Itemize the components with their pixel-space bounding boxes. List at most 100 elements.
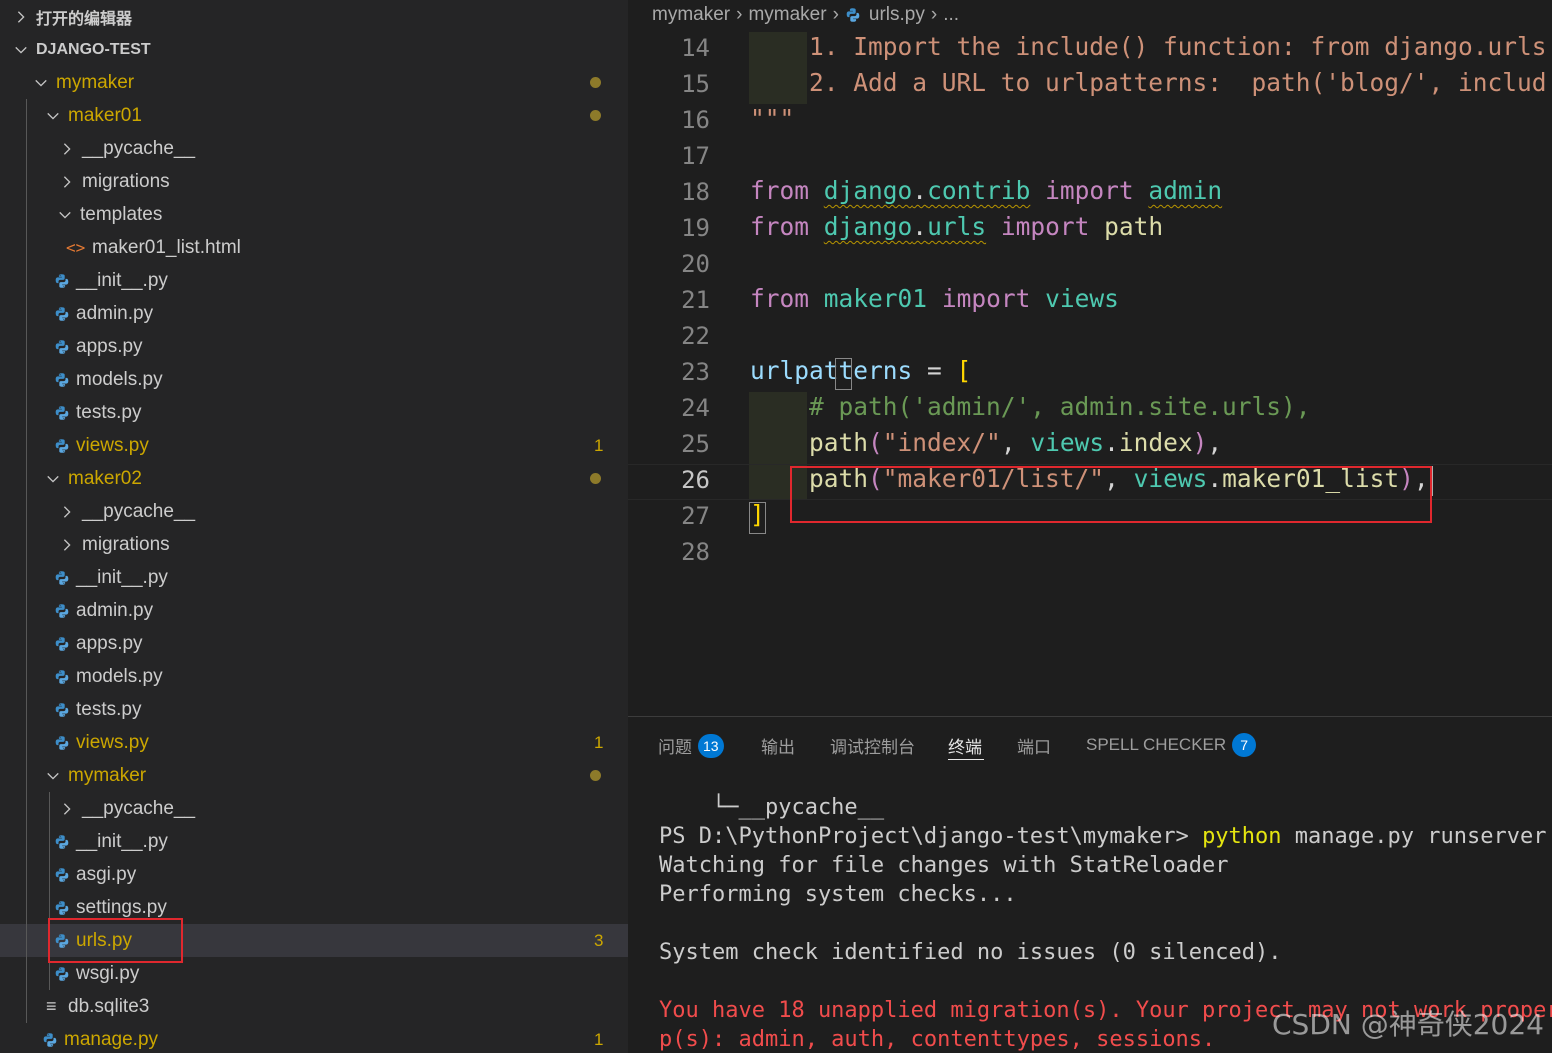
terminal-watching-line: Watching for file changes with StatReloa…: [659, 853, 1229, 878]
tree-item-label: mymaker: [68, 764, 147, 786]
panel-tab-label: 问题: [658, 738, 692, 757]
code-token: "index/": [882, 428, 1001, 457]
tree-item-label: __pycache__: [82, 137, 196, 159]
breadcrumb-item[interactable]: mymaker: [748, 4, 826, 26]
tree-folder-pycache[interactable]: __pycache__: [0, 132, 628, 165]
tree-folder-migrations[interactable]: migrations: [0, 528, 628, 561]
tree-file-apps-py[interactable]: apps.py: [0, 627, 628, 660]
modified-dot-badge: [590, 110, 601, 121]
tree-file-views-py[interactable]: views.py 1: [0, 429, 628, 462]
line-number: 27: [681, 502, 710, 530]
line-number: 18: [681, 178, 710, 206]
problem-count-badge: 3: [594, 930, 604, 950]
tree-file-tests-py[interactable]: tests.py: [0, 693, 628, 726]
explorer-sidebar: 打开的编辑器 DJANGO-TEST mymaker maker01 __pycac…: [0, 0, 628, 1053]
chevron-right-icon: ›: [832, 4, 839, 25]
tree-item-label: migrations: [82, 533, 170, 555]
panel-tab[interactable]: 问题 13: [658, 733, 724, 758]
tree-file-manage-py[interactable]: manage.py 1: [0, 1023, 628, 1053]
line-number: 17: [681, 142, 710, 170]
code-token: from: [750, 212, 810, 241]
bracket-match-box: [835, 358, 852, 390]
code-token: path: [809, 428, 869, 457]
tree-file-models-py[interactable]: models.py: [0, 660, 628, 693]
chevron-right-icon: [58, 505, 76, 519]
modified-dot-badge: [590, 473, 601, 484]
code-line[interactable]: # path('admin/', admin.site.urls),: [750, 392, 1311, 421]
code-line[interactable]: """: [750, 104, 794, 133]
tree-file-maker01-list-html[interactable]: <> maker01_list.html: [0, 231, 628, 264]
panel-tab[interactable]: 输出: [761, 733, 795, 758]
tree-folder-pycache[interactable]: __pycache__: [0, 792, 628, 825]
code-token: views: [1030, 428, 1105, 457]
code-line[interactable]: from django.contrib import admin: [750, 176, 1222, 205]
tree-item-label: migrations: [82, 170, 170, 192]
code-line[interactable]: urlpatterns = [: [750, 356, 971, 385]
tree-item-label: views.py: [76, 731, 149, 753]
tree-folder-templates[interactable]: templates: [0, 198, 628, 231]
line-number: 26: [681, 466, 710, 494]
chevron-right-icon: [58, 538, 76, 552]
code-line[interactable]: from django.urls import path: [750, 212, 1163, 241]
tree-file-db-sqlite3[interactable]: ≡ db.sqlite3: [0, 990, 628, 1023]
chevron-right-icon: ›: [930, 4, 938, 25]
python-file-icon: [54, 405, 70, 421]
tree-folder-maker02[interactable]: maker02: [0, 462, 628, 495]
tree-folder-mymaker[interactable]: mymaker: [0, 66, 628, 99]
code-token: from: [750, 284, 810, 313]
html-file-icon: <>: [66, 238, 86, 257]
tree-file-init---py[interactable]: __init__.py: [0, 561, 628, 594]
tree-file-views-py[interactable]: views.py 1: [0, 726, 628, 759]
open-editors-label: 打开的编辑器: [36, 10, 133, 28]
problem-count-badge: 1: [594, 732, 604, 752]
chevron-down-icon: [44, 472, 62, 486]
terminal-command-line: PS D:\PythonProject\django-test\mymaker>…: [659, 824, 1546, 849]
code-line[interactable]: 2. Add a URL to urlpatterns: path('blog/…: [750, 68, 1547, 97]
tree-file-apps-py[interactable]: apps.py: [0, 330, 628, 363]
code-token: """: [750, 104, 795, 133]
modified-dot-badge: [590, 770, 601, 781]
code-line[interactable]: path("index/", views.index),: [750, 428, 1222, 457]
tree-item-label: asgi.py: [76, 863, 137, 885]
tree-file-admin-py[interactable]: admin.py: [0, 594, 628, 627]
open-editors-section[interactable]: 打开的编辑器: [0, 0, 628, 33]
line-number: 23: [681, 358, 710, 386]
code-token: urls: [927, 212, 987, 241]
tree-file-tests-py[interactable]: tests.py: [0, 396, 628, 429]
line-number: 20: [681, 250, 710, 278]
panel-tab[interactable]: SPELL CHECKER 7: [1086, 733, 1257, 757]
line-number: 16: [681, 106, 710, 134]
tree-folder-mymaker[interactable]: mymaker: [0, 759, 628, 792]
code-token: [: [956, 356, 972, 385]
tree-folder-pycache[interactable]: __pycache__: [0, 495, 628, 528]
panel-tab[interactable]: 调试控制台: [830, 733, 915, 758]
code-line[interactable]: 1. Import the include() function: from d…: [750, 32, 1547, 61]
code-token: (: [868, 428, 883, 457]
tree-folder-maker01[interactable]: maker01: [0, 99, 628, 132]
panel-tab[interactable]: 端口: [1017, 733, 1051, 758]
breadcrumb: mymaker › mymaker › urls.py ›...: [652, 4, 959, 26]
chevron-down-icon: [12, 43, 30, 57]
tree-folder-migrations[interactable]: migrations: [0, 165, 628, 198]
tree-file-asgi-py[interactable]: asgi.py: [0, 858, 628, 891]
tree-item-label: mymaker: [56, 71, 135, 93]
breadcrumb-item[interactable]: mymaker: [652, 4, 730, 26]
tree-file-admin-py[interactable]: admin.py: [0, 297, 628, 330]
line-number: 28: [681, 538, 710, 566]
code-line[interactable]: from maker01 import views: [750, 284, 1119, 313]
breadcrumb-item[interactable]: ...: [943, 4, 959, 26]
project-section[interactable]: DJANGO-TEST: [0, 33, 628, 66]
code-editor[interactable]: mymaker › mymaker › urls.py ›... 14 1. Import…: [628, 0, 1552, 716]
tree-file-models-py[interactable]: models.py: [0, 363, 628, 396]
python-file-icon: [54, 273, 70, 289]
tree-file-init---py[interactable]: __init__.py: [0, 825, 628, 858]
panel-tab[interactable]: 终端: [948, 733, 982, 758]
tree-item-label: views.py: [76, 434, 149, 456]
bracket-match-box: [749, 502, 766, 534]
tree-file-init---py[interactable]: __init__.py: [0, 264, 628, 297]
breadcrumb-item[interactable]: urls.py: [869, 4, 925, 26]
terminal-cmd-rest: manage.py runserver: [1281, 824, 1547, 849]
tree-item-label: settings.py: [76, 896, 167, 918]
tree-item-label: __pycache__: [82, 797, 196, 819]
